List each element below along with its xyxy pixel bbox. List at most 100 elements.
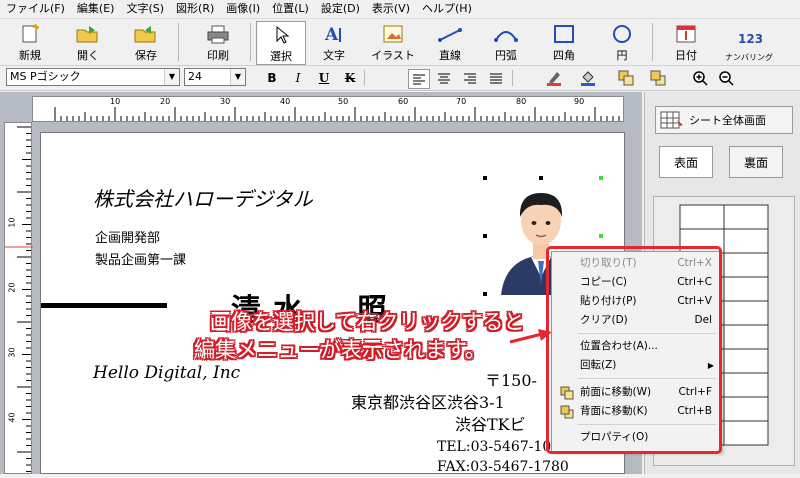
- print-label: 印刷: [207, 49, 229, 62]
- illust-tool-button[interactable]: イラスト: [364, 21, 422, 63]
- open-folder-icon: [75, 23, 101, 45]
- menu-edit[interactable]: 編集(E): [71, 0, 121, 18]
- toolbar-separator: [178, 23, 179, 61]
- menu-image[interactable]: 画像(I): [220, 0, 266, 18]
- rotation-handle[interactable]: [599, 176, 603, 180]
- section-text[interactable]: 製品企画第一課: [95, 249, 186, 268]
- illust-label: イラスト: [371, 49, 415, 62]
- save-label: 保存: [135, 49, 157, 62]
- selection-handle[interactable]: [483, 292, 487, 296]
- text-a-icon: A: [321, 23, 347, 45]
- font-size-select[interactable]: 24 ▼: [184, 68, 246, 86]
- english-company-text[interactable]: Hello Digital, Inc: [93, 363, 240, 383]
- address-line1-text[interactable]: 東京都渋谷区渋谷3-1: [351, 389, 505, 413]
- font-name-value: MS Pゴシック: [10, 70, 81, 83]
- toolbar-separator: [652, 23, 653, 61]
- svg-text:A: A: [324, 25, 339, 44]
- print-button[interactable]: 印刷: [196, 21, 240, 63]
- text-tool-button[interactable]: A 文字: [312, 21, 356, 63]
- sheet-view-label: シート全体画面: [689, 114, 766, 127]
- selection-handle[interactable]: [483, 176, 487, 180]
- sheet-grid-icon: [660, 111, 683, 129]
- numbering-button[interactable]: 123 ナンバリング: [720, 21, 778, 63]
- selection-handle[interactable]: [483, 234, 487, 238]
- rectangle-icon: [551, 23, 577, 45]
- postal-code-text[interactable]: 〒150-: [485, 367, 537, 391]
- ruler-label: 70: [456, 97, 467, 106]
- line-tool-button[interactable]: 直線: [428, 21, 472, 63]
- menu-settings[interactable]: 設定(D): [315, 0, 366, 18]
- rect-tool-button[interactable]: 四角: [542, 21, 586, 63]
- company-name-text[interactable]: 株式会社ハローデジタル: [93, 183, 313, 212]
- open-button[interactable]: 開く: [68, 21, 108, 63]
- italic-button[interactable]: I: [288, 69, 308, 87]
- align-center-icon: [438, 73, 450, 84]
- menu-text[interactable]: 文字(S): [120, 0, 170, 18]
- align-center-button[interactable]: [434, 69, 454, 87]
- rect-label: 四角: [553, 49, 575, 62]
- align-left-button[interactable]: [408, 69, 430, 89]
- bold-button[interactable]: B: [262, 69, 282, 87]
- align-right-icon: [464, 73, 476, 84]
- fill-color-button[interactable]: [578, 69, 598, 87]
- zoom-out-button[interactable]: [716, 69, 736, 87]
- select-tool-button[interactable]: 選択: [256, 21, 306, 65]
- ruler-label: 10: [7, 217, 17, 228]
- menu-file[interactable]: ファイル(F): [0, 0, 71, 18]
- ruler-label: 20: [160, 97, 171, 106]
- toolbar-separator: [364, 70, 365, 86]
- ruler-label: 80: [516, 97, 527, 106]
- vertical-ruler: 10 20 30 40: [4, 122, 33, 474]
- chevron-down-icon: ▼: [230, 69, 245, 85]
- zoom-in-button[interactable]: [690, 69, 710, 87]
- divider-line[interactable]: [41, 303, 167, 308]
- highlight-frame: [546, 246, 722, 454]
- ruler-label: 50: [338, 97, 349, 106]
- arc-tool-button[interactable]: 円弧: [484, 21, 528, 63]
- zoom-in-icon: [693, 71, 708, 86]
- ruler-label: 40: [7, 412, 17, 423]
- address-line2-text[interactable]: 渋谷TKビ: [455, 411, 526, 435]
- rotation-handle[interactable]: [599, 234, 603, 238]
- business-card-canvas[interactable]: 株式会社ハローデジタル 企画開発部 製品企画第一課 清水 照 Hello Dig…: [40, 132, 625, 475]
- menu-position[interactable]: 位置(L): [266, 0, 315, 18]
- ruler-label: 60: [398, 97, 409, 106]
- tab-back[interactable]: 裏面: [729, 146, 783, 178]
- menu-bar: ファイル(F) 編集(E) 文字(S) 図形(R) 画像(I) 位置(L) 設定…: [0, 0, 800, 19]
- send-back-icon: [650, 70, 666, 86]
- tab-front-label: 表面: [673, 155, 698, 170]
- date-button[interactable]: 日付: [664, 21, 708, 63]
- justify-button[interactable]: [486, 69, 506, 87]
- pen-color-icon: [547, 72, 561, 86]
- sheet-view-button[interactable]: シート全体画面: [655, 106, 793, 134]
- department-text[interactable]: 企画開発部: [95, 227, 160, 246]
- svg-text:123: 123: [738, 32, 762, 46]
- align-right-button[interactable]: [460, 69, 480, 87]
- text-label: 文字: [323, 49, 345, 62]
- selection-handle[interactable]: [539, 176, 543, 180]
- line-color-button[interactable]: [544, 69, 564, 87]
- tab-front[interactable]: 表面: [659, 146, 713, 178]
- menu-shape[interactable]: 図形(R): [170, 0, 220, 18]
- tab-back-label: 裏面: [743, 155, 768, 170]
- fax-text[interactable]: FAX:03-5467-1780: [437, 459, 569, 475]
- save-button[interactable]: 保存: [124, 21, 168, 63]
- new-doc-icon: [17, 23, 43, 45]
- underline-button[interactable]: U: [314, 69, 334, 87]
- menu-view[interactable]: 表示(V): [366, 0, 416, 18]
- ruler-label: 30: [7, 347, 17, 358]
- new-button[interactable]: 新規: [10, 21, 50, 63]
- line-icon: [437, 23, 463, 45]
- circle-tool-button[interactable]: 円: [600, 21, 644, 63]
- numbering-label: ナンバリング: [725, 53, 773, 62]
- select-label: 選択: [270, 50, 292, 63]
- strikethrough-button[interactable]: K: [340, 69, 360, 87]
- send-back-button[interactable]: [648, 69, 668, 87]
- menu-help[interactable]: ヘルプ(H): [416, 0, 478, 18]
- arc-label: 円弧: [495, 49, 517, 62]
- bring-front-button[interactable]: [616, 69, 636, 87]
- calendar-icon: [673, 23, 699, 45]
- zoom-out-icon: [719, 71, 734, 86]
- font-name-select[interactable]: MS Pゴシック ▼: [6, 68, 180, 86]
- ruler-label: 20: [7, 282, 17, 293]
